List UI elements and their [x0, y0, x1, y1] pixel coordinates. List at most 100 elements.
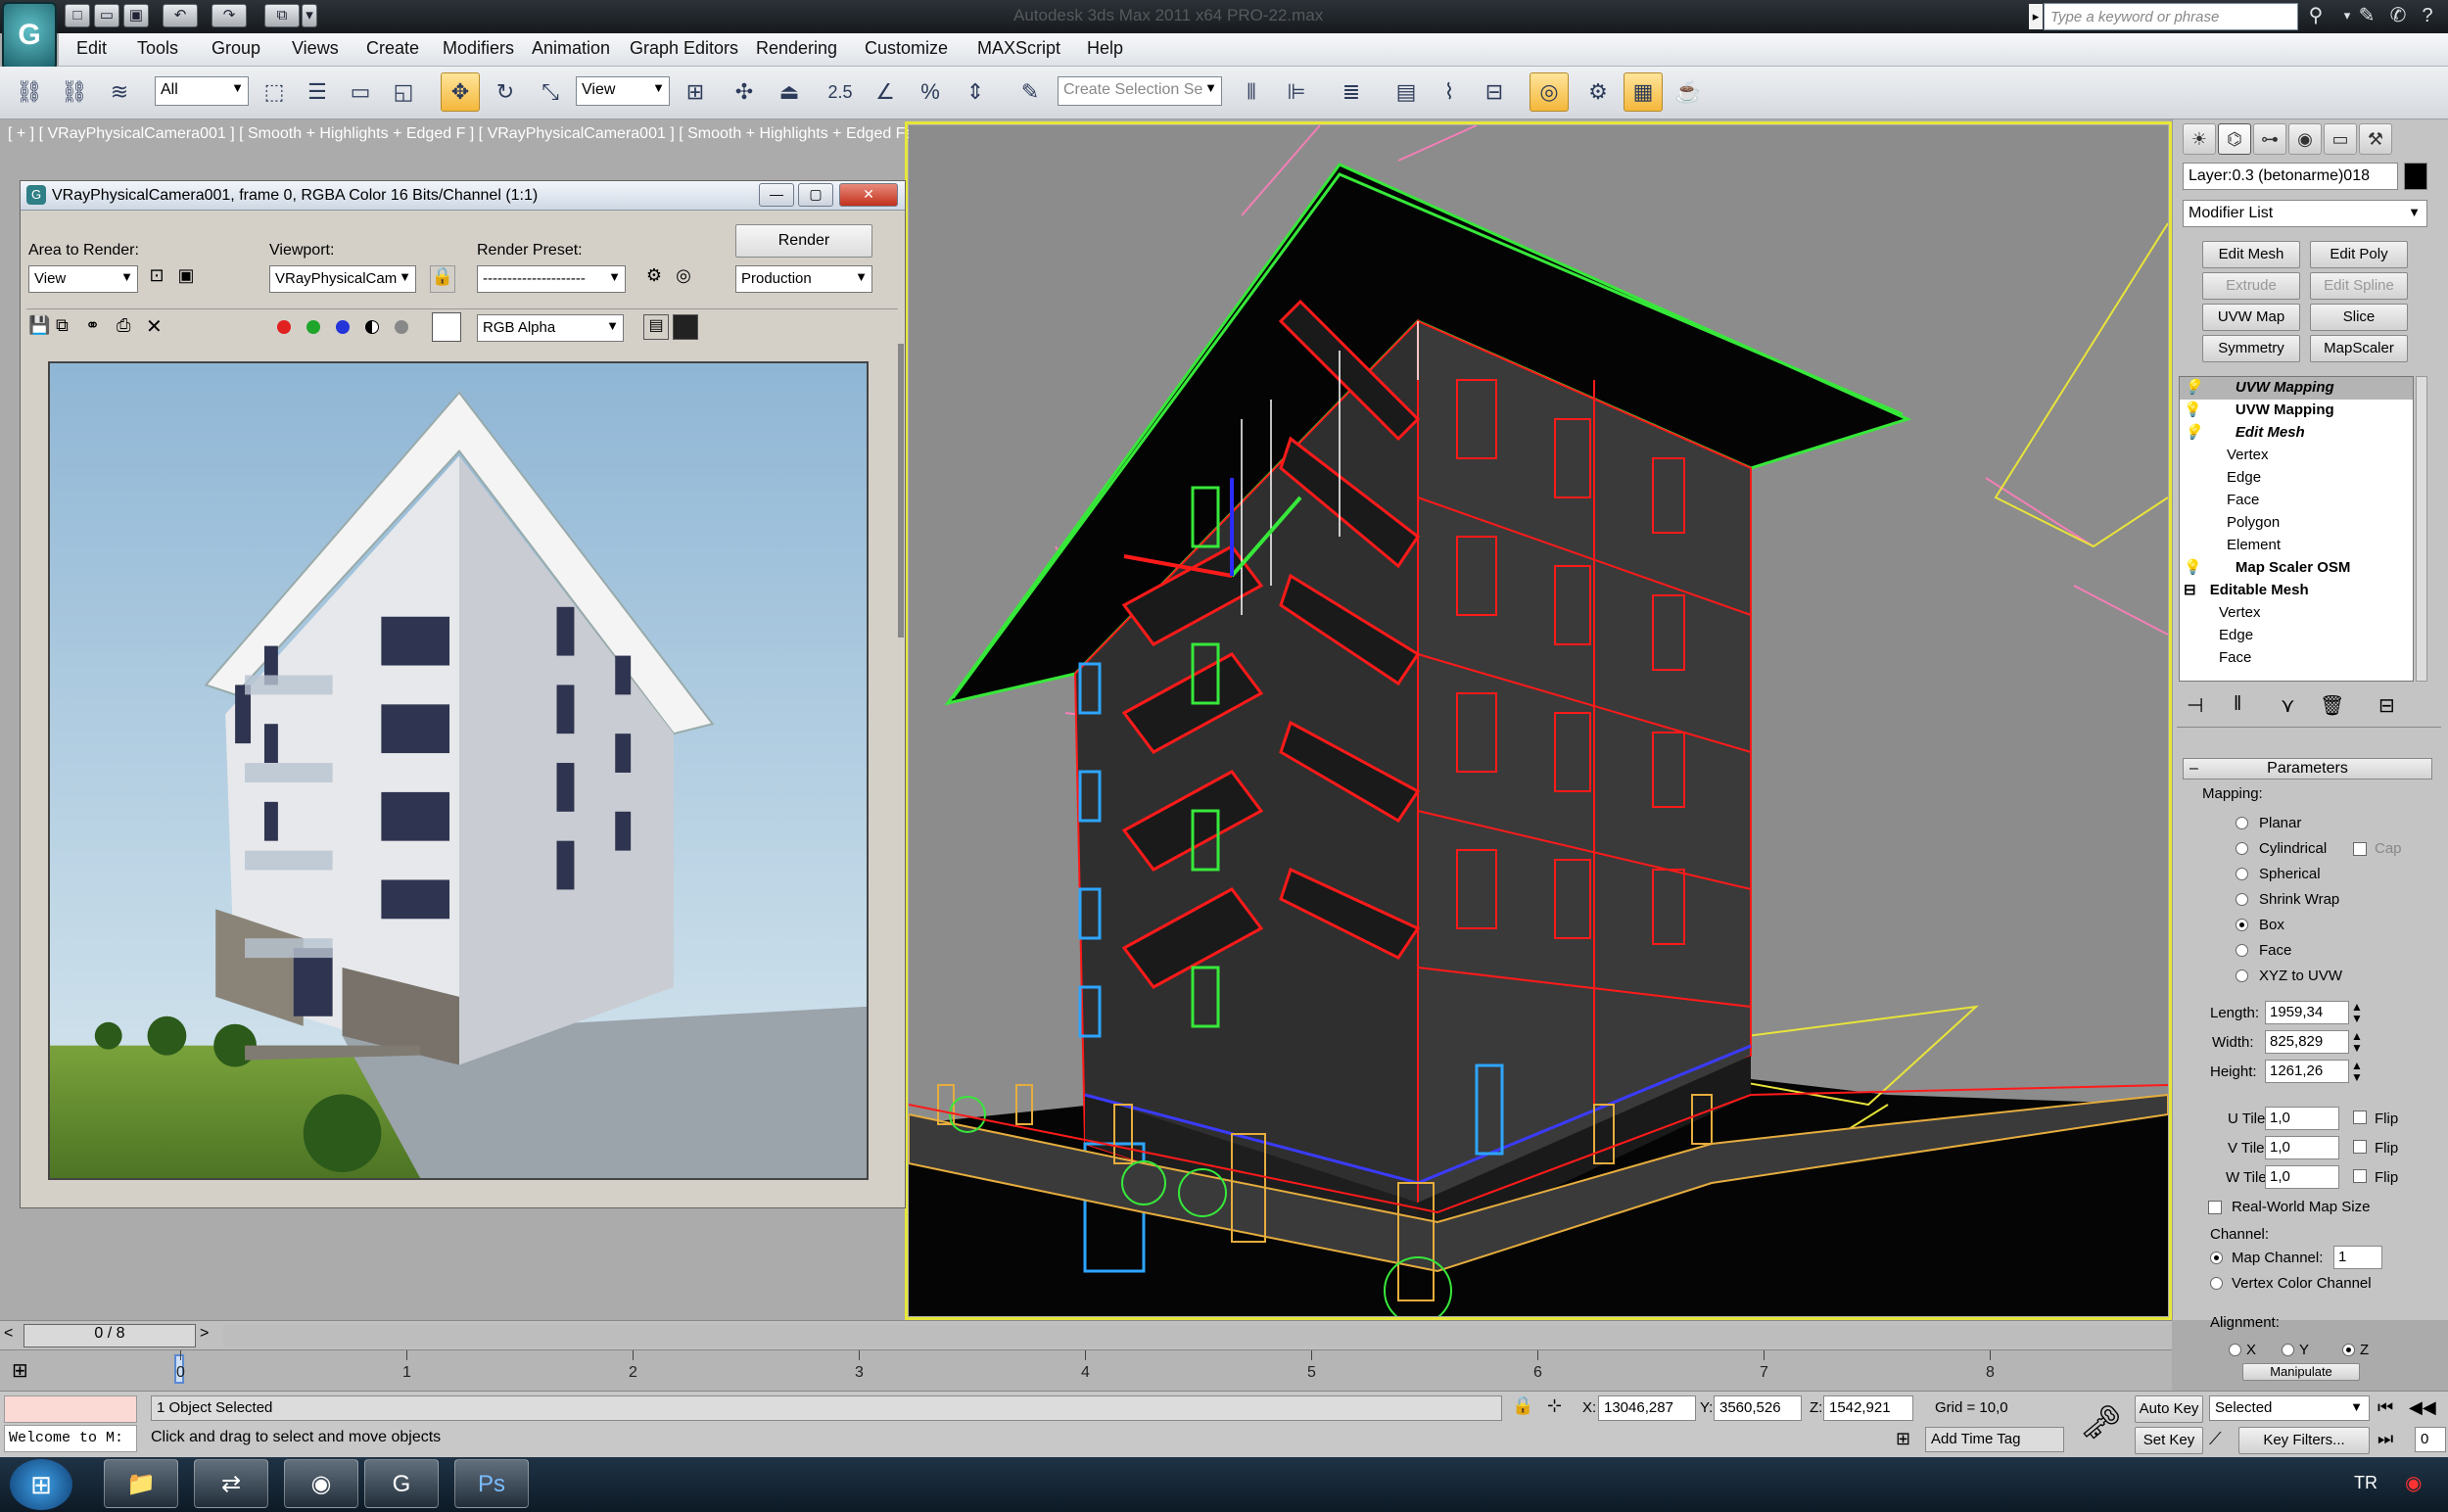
- show-end-result-icon[interactable]: ‖: [2234, 693, 2241, 716]
- named-selection-dropdown[interactable]: Create Selection Se ▼: [1058, 76, 1222, 106]
- select-and-scale-icon[interactable]: ⤡: [531, 72, 570, 112]
- bind-space-warp-icon[interactable]: ≋: [100, 72, 139, 112]
- maxscript-listener-pink[interactable]: [4, 1395, 137, 1423]
- play-animation-icon[interactable]: ⏭: [2377, 1429, 2393, 1449]
- time-tag-icon[interactable]: ⊞: [1896, 1429, 1910, 1449]
- app-logo-button[interactable]: G: [2, 2, 57, 71]
- mapping-shrink-wrap-radio[interactable]: [2236, 893, 2248, 906]
- 3ds-max-taskbar-icon[interactable]: G: [364, 1459, 439, 1508]
- select-object-icon[interactable]: ⬚: [255, 72, 294, 112]
- render-setup-icon[interactable]: ⚙: [641, 265, 667, 293]
- light-bulb-icon[interactable]: 💡: [2184, 424, 2202, 441]
- viewport-dropdown[interactable]: VRayPhysicalCam ▼: [269, 265, 416, 293]
- channel-dropdown[interactable]: RGB Alpha ▼: [477, 314, 624, 342]
- y-coordinate-field[interactable]: 3560,526: [1714, 1395, 1802, 1421]
- previous-frame-icon[interactable]: ◀◀: [2409, 1397, 2436, 1418]
- stack-item-map-scaler[interactable]: 💡 Map Scaler OSM: [2180, 557, 2413, 580]
- time-slider-thumb[interactable]: 0 / 8: [24, 1324, 196, 1347]
- time-slider-track[interactable]: [223, 1325, 2172, 1347]
- frame-buffer-title-bar[interactable]: G VRayPhysicalCamera001, frame 0, RGBA C…: [21, 181, 905, 211]
- binoculars-icon[interactable]: ⚲: [2303, 3, 2329, 28]
- schematic-view-icon[interactable]: ⊟: [1475, 72, 1514, 112]
- mirror-icon[interactable]: ⫴: [1232, 72, 1271, 112]
- create-tab-icon[interactable]: ☀: [2183, 123, 2216, 155]
- render-button[interactable]: Render: [735, 224, 872, 258]
- minimize-button[interactable]: —: [759, 183, 794, 207]
- graphite-ribbon-icon[interactable]: ▤: [1387, 72, 1426, 112]
- subscription-icon[interactable]: ✎: [2354, 3, 2379, 28]
- menu-animation[interactable]: Animation: [532, 38, 610, 59]
- menu-rendering[interactable]: Rendering: [756, 38, 837, 59]
- auto-key-button[interactable]: Auto Key: [2135, 1395, 2203, 1423]
- stack-sub-edge[interactable]: Edge: [2180, 467, 2413, 490]
- stack-sub-vertex-base[interactable]: Vertex: [2180, 602, 2413, 625]
- mod-button-extrude[interactable]: Extrude: [2202, 272, 2300, 300]
- menu-group[interactable]: Group: [212, 38, 260, 59]
- modifier-stack[interactable]: 💡 UVW Mapping 💡 UVW Mapping 💡 Edit Mesh …: [2179, 376, 2414, 682]
- mapping-box-radio[interactable]: [2236, 919, 2248, 931]
- select-by-name-icon[interactable]: ☰: [298, 72, 337, 112]
- motion-tab-icon[interactable]: ◉: [2288, 123, 2322, 155]
- render-production-icon[interactable]: ☕: [1669, 72, 1708, 112]
- perspective-viewport[interactable]: [909, 125, 2168, 1316]
- save-image-icon[interactable]: 💾: [28, 315, 50, 336]
- mapping-xyz-radio[interactable]: [2236, 969, 2248, 982]
- light-bulb-icon[interactable]: 💡: [2184, 559, 2202, 576]
- open-file-icon[interactable]: ▭: [94, 4, 119, 27]
- menu-tools[interactable]: Tools: [137, 38, 178, 59]
- w-tile-spinner[interactable]: 1,0: [2265, 1165, 2339, 1189]
- light-bulb-icon[interactable]: 💡: [2184, 379, 2202, 396]
- spinner-snap-icon[interactable]: ⇕: [956, 72, 995, 112]
- width-spinner[interactable]: 825,829: [2265, 1030, 2349, 1054]
- key-selection-dropdown[interactable]: Selected ▼: [2209, 1395, 2370, 1421]
- display-tab-icon[interactable]: ▭: [2324, 123, 2357, 155]
- stack-sub-vertex[interactable]: Vertex: [2180, 445, 2413, 467]
- time-next-icon[interactable]: >: [200, 1325, 209, 1343]
- w-flip-checkbox[interactable]: [2353, 1169, 2367, 1183]
- mapping-spherical-radio[interactable]: [2236, 868, 2248, 880]
- v-flip-checkbox[interactable]: [2353, 1140, 2367, 1154]
- display-dark-icon[interactable]: [673, 314, 698, 340]
- go-to-start-icon[interactable]: ⏮: [2377, 1397, 2393, 1418]
- alpha-channel-icon[interactable]: [395, 320, 408, 334]
- add-time-tag[interactable]: Add Time Tag: [1925, 1427, 2064, 1452]
- teamviewer-icon[interactable]: ⇄: [194, 1459, 268, 1508]
- map-channel-spinner[interactable]: 1: [2333, 1246, 2382, 1269]
- material-editor-icon[interactable]: ◎: [1530, 72, 1569, 112]
- red-channel-icon[interactable]: [277, 320, 291, 334]
- time-prev-icon[interactable]: <: [4, 1325, 13, 1343]
- height-spinner[interactable]: 1261,26: [2265, 1060, 2349, 1083]
- absolute-mode-icon[interactable]: ⊹: [1547, 1395, 1562, 1416]
- region-render-icon[interactable]: ⊡: [144, 265, 169, 293]
- real-world-checkbox[interactable]: [2208, 1201, 2222, 1214]
- v-tile-spinner[interactable]: 1,0: [2265, 1136, 2339, 1159]
- edit-named-selection-icon[interactable]: ✎: [1011, 72, 1050, 112]
- spinner-arrows-icon[interactable]: ▲ ▼: [2351, 1030, 2363, 1054]
- pin-stack-icon[interactable]: ⊣: [2187, 693, 2203, 718]
- chrome-icon[interactable]: ◉: [284, 1459, 358, 1508]
- undo-icon[interactable]: ↶: [163, 4, 198, 27]
- keyboard-shortcut-override-icon[interactable]: ⏏: [770, 72, 809, 112]
- blue-channel-icon[interactable]: [336, 320, 350, 334]
- spinner-arrows-icon[interactable]: ▲ ▼: [2351, 1060, 2363, 1083]
- lock-icon[interactable]: 🔒: [430, 265, 455, 293]
- environment-icon[interactable]: ◎: [671, 265, 696, 293]
- spinner-arrows-icon[interactable]: ▲ ▼: [2351, 1001, 2363, 1024]
- print-icon[interactable]: ⎙: [117, 315, 130, 336]
- production-dropdown[interactable]: Production ▼: [735, 265, 872, 293]
- green-channel-icon[interactable]: [306, 320, 320, 334]
- curve-editor-icon[interactable]: ⌇: [1430, 72, 1469, 112]
- set-key-mode-icon[interactable]: 🗝: [2080, 1403, 2122, 1442]
- redo-icon[interactable]: ↷: [212, 4, 247, 27]
- stack-item-uvw-mapping[interactable]: 💡 UVW Mapping: [2180, 400, 2413, 422]
- help-icon[interactable]: ?: [2415, 3, 2440, 28]
- object-color-swatch[interactable]: [2404, 163, 2427, 190]
- communication-center-icon[interactable]: ✆: [2385, 3, 2411, 28]
- remove-modifier-icon[interactable]: 🗑: [2320, 693, 2344, 718]
- new-file-icon[interactable]: □: [65, 4, 90, 27]
- mod-button-edit-mesh[interactable]: Edit Mesh: [2202, 241, 2300, 268]
- menu-views[interactable]: Views: [292, 38, 339, 59]
- x-coordinate-field[interactable]: 13046,287: [1598, 1395, 1696, 1421]
- selection-lock-icon[interactable]: 🔒: [1512, 1395, 1533, 1416]
- mod-button-edit-poly[interactable]: Edit Poly: [2310, 241, 2408, 268]
